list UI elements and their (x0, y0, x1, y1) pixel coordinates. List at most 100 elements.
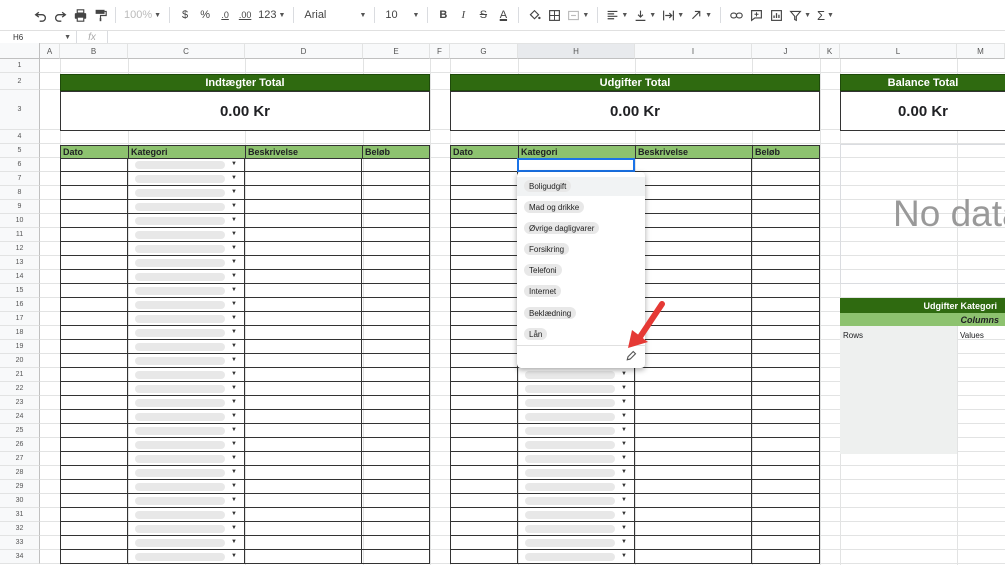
category-dropdown-chip[interactable] (525, 469, 615, 477)
table-cell[interactable] (752, 172, 820, 186)
row-header-13[interactable]: 13 (0, 256, 40, 270)
table-cell[interactable] (60, 382, 128, 396)
column-header-l[interactable]: L (840, 43, 957, 59)
row-header-18[interactable]: 18 (0, 326, 40, 340)
table-cell[interactable] (752, 396, 820, 410)
chevron-down-icon[interactable]: ▼ (231, 483, 237, 489)
chevron-down-icon[interactable]: ▼ (621, 539, 627, 545)
table-cell[interactable] (752, 284, 820, 298)
table-cell[interactable] (450, 298, 518, 312)
table-cell[interactable] (635, 522, 752, 536)
row-header-24[interactable]: 24 (0, 410, 40, 424)
table-cell[interactable] (752, 200, 820, 214)
chevron-down-icon[interactable]: ▼ (231, 329, 237, 335)
chevron-down-icon[interactable]: ▼ (231, 189, 237, 195)
undo-icon[interactable] (31, 4, 49, 26)
row-header-8[interactable]: 8 (0, 186, 40, 200)
table-cell[interactable] (245, 480, 362, 494)
table-cell[interactable] (60, 452, 128, 466)
table-cell[interactable] (362, 508, 430, 522)
text-color-button[interactable]: A (494, 4, 512, 26)
row-header-33[interactable]: 33 (0, 536, 40, 550)
chevron-down-icon[interactable]: ▼ (231, 539, 237, 545)
table-cell[interactable] (362, 354, 430, 368)
table-cell[interactable] (245, 200, 362, 214)
table-cell[interactable] (635, 284, 752, 298)
row-header-21[interactable]: 21 (0, 368, 40, 382)
table-cell[interactable] (752, 550, 820, 564)
row-header-27[interactable]: 27 (0, 452, 40, 466)
strikethrough-button[interactable]: S (474, 4, 492, 26)
category-dropdown-chip[interactable] (135, 399, 225, 407)
chevron-down-icon[interactable]: ▼ (231, 399, 237, 405)
category-dropdown-chip[interactable] (135, 413, 225, 421)
table-cell[interactable] (635, 228, 752, 242)
table-cell[interactable] (245, 396, 362, 410)
column-header-e[interactable]: E (363, 43, 430, 59)
table-cell[interactable] (362, 256, 430, 270)
column-header-i[interactable]: I (635, 43, 752, 59)
table-cell[interactable] (752, 186, 820, 200)
row-header-31[interactable]: 31 (0, 508, 40, 522)
table-cell[interactable] (450, 522, 518, 536)
decrease-decimal-button[interactable]: .0 (216, 4, 234, 26)
vertical-align-icon[interactable]: ▼ (632, 4, 658, 26)
table-cell[interactable] (635, 508, 752, 522)
table-cell[interactable] (450, 368, 518, 382)
row-header-10[interactable]: 10 (0, 214, 40, 228)
table-cell[interactable] (450, 158, 518, 172)
category-dropdown-chip[interactable] (135, 273, 225, 281)
table-cell[interactable] (752, 522, 820, 536)
row-header-29[interactable]: 29 (0, 480, 40, 494)
row-header-25[interactable]: 25 (0, 424, 40, 438)
chevron-down-icon[interactable]: ▼ (621, 553, 627, 559)
currency-button[interactable]: $ (176, 4, 194, 26)
table-cell[interactable] (752, 298, 820, 312)
row-header-3[interactable]: 3 (0, 90, 40, 130)
table-cell[interactable] (450, 242, 518, 256)
table-cell[interactable] (752, 270, 820, 284)
table-cell[interactable] (752, 508, 820, 522)
table-cell[interactable] (362, 340, 430, 354)
table-cell[interactable] (752, 312, 820, 326)
table-cell[interactable] (362, 326, 430, 340)
table-cell[interactable] (450, 452, 518, 466)
table-cell[interactable] (60, 172, 128, 186)
table-cell[interactable] (60, 186, 128, 200)
filter-icon[interactable]: ▼ (787, 4, 813, 26)
row-header-22[interactable]: 22 (0, 382, 40, 396)
table-cell[interactable] (752, 354, 820, 368)
category-dropdown-chip[interactable] (135, 469, 225, 477)
chevron-down-icon[interactable]: ▼ (231, 203, 237, 209)
chevron-down-icon[interactable]: ▼ (231, 469, 237, 475)
table-cell[interactable] (245, 270, 362, 284)
table-cell[interactable] (450, 326, 518, 340)
table-cell[interactable] (245, 354, 362, 368)
chart-no-data[interactable]: No data (840, 144, 1005, 284)
chevron-down-icon[interactable]: ▼ (231, 525, 237, 531)
row-header-20[interactable]: 20 (0, 354, 40, 368)
table-cell[interactable] (635, 200, 752, 214)
table-cell[interactable] (362, 172, 430, 186)
table-cell[interactable] (752, 494, 820, 508)
row-header-4[interactable]: 4 (0, 130, 40, 144)
table-cell[interactable] (245, 186, 362, 200)
category-dropdown-chip[interactable] (135, 385, 225, 393)
table-cell[interactable] (60, 256, 128, 270)
table-cell[interactable] (450, 270, 518, 284)
font-size-select[interactable]: 10 ▼ (381, 4, 421, 26)
category-dropdown-chip[interactable] (135, 231, 225, 239)
chevron-down-icon[interactable]: ▼ (231, 427, 237, 433)
table-cell[interactable] (635, 368, 752, 382)
table-cell[interactable] (245, 298, 362, 312)
table-cell[interactable] (752, 536, 820, 550)
table-cell[interactable] (60, 270, 128, 284)
category-dropdown-chip[interactable] (525, 385, 615, 393)
table-cell[interactable] (752, 256, 820, 270)
table-cell[interactable] (60, 340, 128, 354)
table-cell[interactable] (752, 326, 820, 340)
category-dropdown-chip[interactable] (135, 525, 225, 533)
dropdown-option[interactable]: Internet (524, 285, 562, 297)
table-cell[interactable] (245, 522, 362, 536)
table-cell[interactable] (245, 172, 362, 186)
